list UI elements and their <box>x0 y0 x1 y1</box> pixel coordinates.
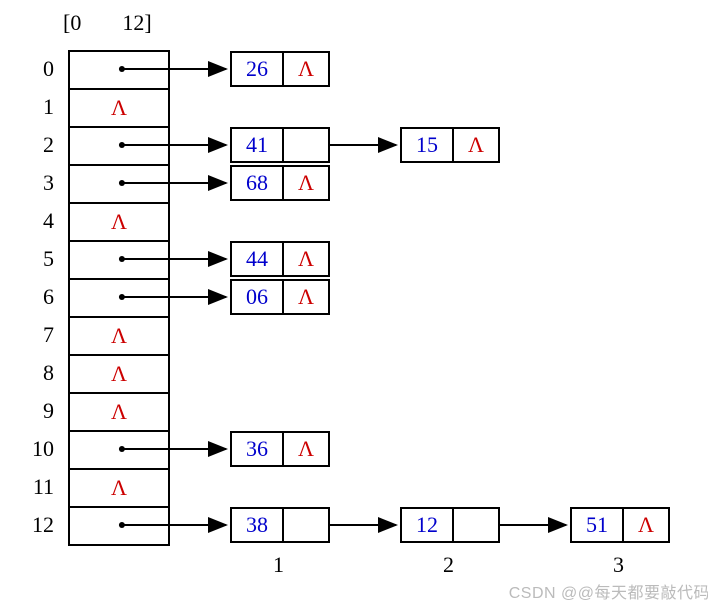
index-label: 6 <box>20 278 60 316</box>
bucket-slot <box>70 128 168 166</box>
node-next-pointer <box>284 509 328 541</box>
chain-length-label: 2 <box>443 552 454 578</box>
node-value: 06 <box>232 281 284 313</box>
node-next-pointer <box>284 129 328 161</box>
list-node: 15Λ <box>400 127 500 163</box>
bucket-slot <box>70 432 168 470</box>
index-label: 4 <box>20 202 60 240</box>
list-node: 51Λ <box>570 507 670 543</box>
index-label: 5 <box>20 240 60 278</box>
list-node: 12 <box>400 507 500 543</box>
list-node: 68Λ <box>230 165 330 201</box>
null-lambda-icon: Λ <box>111 361 127 386</box>
bucket-slot: Λ <box>70 204 168 242</box>
node-value: 41 <box>232 129 284 161</box>
null-lambda-icon: Λ <box>111 399 127 424</box>
node-null-icon: Λ <box>284 53 328 85</box>
index-label: 3 <box>20 164 60 202</box>
bucket-array: ΛΛΛΛΛΛ <box>68 50 170 546</box>
bucket-slot: Λ <box>70 318 168 356</box>
index-label: 2 <box>20 126 60 164</box>
node-value: 15 <box>402 129 454 161</box>
node-null-icon: Λ <box>284 243 328 275</box>
node-value: 26 <box>232 53 284 85</box>
node-value: 51 <box>572 509 624 541</box>
node-null-icon: Λ <box>454 129 498 161</box>
null-lambda-icon: Λ <box>111 209 127 234</box>
list-node: 38 <box>230 507 330 543</box>
hash-table-diagram: [0 12] 0123456789101112 ΛΛΛΛΛΛ 26Λ4115Λ6… <box>10 10 708 607</box>
node-value: 68 <box>232 167 284 199</box>
index-column: 0123456789101112 <box>20 50 60 544</box>
null-lambda-icon: Λ <box>111 323 127 348</box>
index-label: 11 <box>20 468 60 506</box>
node-value: 44 <box>232 243 284 275</box>
bucket-slot: Λ <box>70 470 168 508</box>
bucket-slot <box>70 508 168 546</box>
bucket-slot <box>70 242 168 280</box>
range-open: [0 <box>63 10 81 36</box>
node-null-icon: Λ <box>624 509 668 541</box>
bucket-slot: Λ <box>70 356 168 394</box>
bucket-slot: Λ <box>70 394 168 432</box>
list-node: 26Λ <box>230 51 330 87</box>
array-range-label: [0 12] <box>63 10 152 36</box>
index-label: 7 <box>20 316 60 354</box>
list-node: 06Λ <box>230 279 330 315</box>
chain-length-label: 1 <box>273 552 284 578</box>
node-null-icon: Λ <box>284 433 328 465</box>
index-label: 9 <box>20 392 60 430</box>
node-next-pointer <box>454 509 498 541</box>
bucket-slot <box>70 52 168 90</box>
list-node: 41 <box>230 127 330 163</box>
node-value: 36 <box>232 433 284 465</box>
index-label: 1 <box>20 88 60 126</box>
list-node: 36Λ <box>230 431 330 467</box>
null-lambda-icon: Λ <box>111 95 127 120</box>
null-lambda-icon: Λ <box>111 475 127 500</box>
range-close: 12] <box>122 10 151 36</box>
node-null-icon: Λ <box>284 167 328 199</box>
node-null-icon: Λ <box>284 281 328 313</box>
index-label: 10 <box>20 430 60 468</box>
node-value: 38 <box>232 509 284 541</box>
index-label: 12 <box>20 506 60 544</box>
index-label: 8 <box>20 354 60 392</box>
bucket-slot <box>70 166 168 204</box>
index-label: 0 <box>20 50 60 88</box>
node-value: 12 <box>402 509 454 541</box>
bucket-slot: Λ <box>70 90 168 128</box>
watermark-text: CSDN @@每天都要敲代码 <box>509 579 708 603</box>
chain-length-label: 3 <box>613 552 624 578</box>
list-node: 44Λ <box>230 241 330 277</box>
bucket-slot <box>70 280 168 318</box>
